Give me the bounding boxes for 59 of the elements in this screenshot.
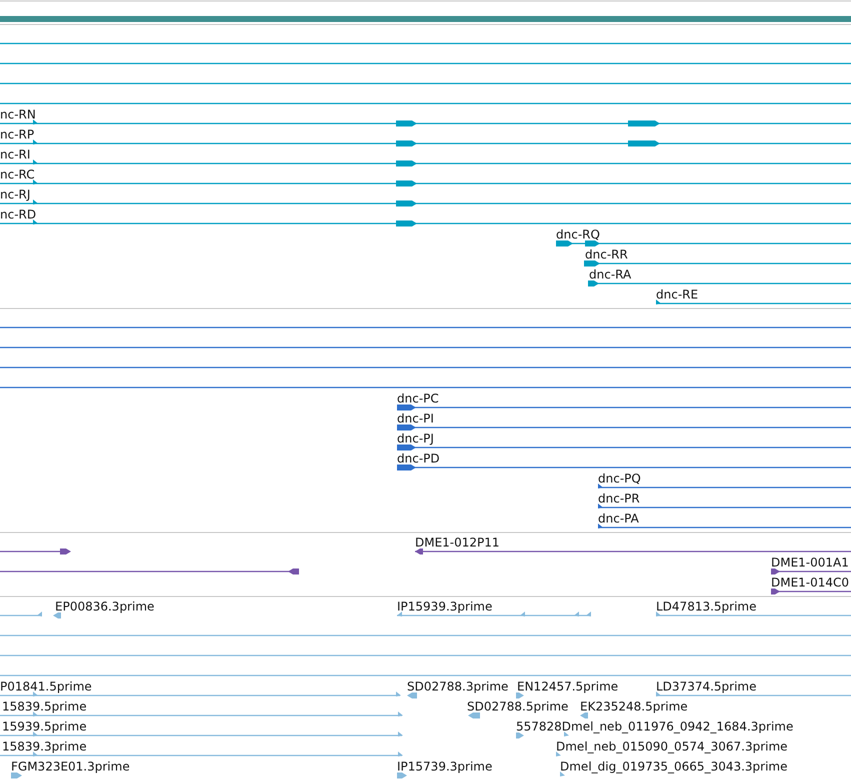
feature-glyph[interactable] — [0, 180, 851, 186]
feature-label: DME1-001A1 — [771, 556, 849, 570]
feature-label: dnc-PD — [397, 452, 440, 466]
feature-label: LD37374.5prime — [656, 680, 757, 694]
feature-label: DME1-014C0 — [771, 576, 850, 590]
feature-label: dnc-PI — [397, 412, 434, 426]
feature-glyph[interactable] — [556, 240, 851, 246]
feature-glyph[interactable] — [0, 200, 851, 206]
feature-label: EN12457.5prime — [517, 680, 618, 694]
feature-label: nc-RC — [0, 168, 35, 182]
feature-glyph[interactable] — [415, 548, 851, 554]
feature-label: dnc-PR — [598, 492, 640, 506]
feature-glyph[interactable] — [0, 220, 851, 226]
feature-glyph[interactable] — [0, 568, 299, 574]
feature-label: IP15739.3prime — [397, 760, 492, 774]
feature-label: 15939.5prime — [2, 720, 87, 734]
feature-label: EK235248.5prime — [580, 700, 688, 714]
feature-label: FGM323E01.3prime — [11, 760, 130, 774]
feature-glyph[interactable] — [656, 300, 851, 304]
feature-glyph[interactable] — [0, 160, 851, 166]
feature-label: dnc-PQ — [598, 472, 641, 486]
feature-glyph[interactable] — [584, 260, 851, 266]
feature-glyph[interactable] — [0, 548, 71, 554]
feature-label: dnc-PC — [397, 392, 439, 406]
feature-label: EP00836.3prime — [55, 600, 154, 614]
feature-glyph[interactable] — [771, 588, 851, 594]
feature-glyph[interactable] — [397, 424, 851, 430]
feature-label: LD47813.5prime — [656, 600, 757, 614]
feature-label: nc-RI — [0, 148, 30, 162]
feature-label: dnc-RE — [656, 288, 698, 302]
feature-label: nc-RN — [0, 108, 36, 122]
feature-label: SD02788.3prime — [407, 680, 508, 694]
feature-label: dnc-PJ — [397, 432, 434, 446]
feature-label: dnc-RR — [585, 248, 628, 262]
feature-glyph[interactable] — [598, 524, 851, 528]
feature-label: 15839.3prime — [2, 740, 87, 754]
feature-label: dnc-PA — [598, 512, 639, 526]
feature-label: dnc-RA — [589, 268, 632, 282]
feature-label: 15839.5prime — [2, 700, 87, 714]
feature-label: Dmel_neb_015090_0574_3067.3prime — [556, 740, 788, 754]
feature-glyph[interactable] — [397, 464, 851, 470]
feature-glyph[interactable] — [771, 568, 851, 574]
feature-label: nc-RD — [0, 208, 36, 222]
feature-label: SD02788.5prime — [467, 700, 568, 714]
feature-glyph[interactable] — [0, 140, 851, 146]
feature-label: Dmel_dig_019735_0665_3043.3prime — [560, 760, 788, 774]
feature-label: IP15939.3prime — [397, 600, 492, 614]
feature-glyph[interactable] — [598, 504, 851, 508]
feature-glyph[interactable] — [588, 280, 851, 286]
feature-label: 557828Dmel_neb_011976_0942_1684.3prime — [516, 720, 794, 734]
feature-label: nc-RJ — [0, 188, 30, 202]
feature-glyph[interactable] — [0, 120, 851, 126]
feature-glyph[interactable] — [598, 484, 851, 488]
feature-label: dnc-RQ — [556, 228, 600, 242]
feature-label: nc-RP — [0, 128, 34, 142]
feature-label: DME1-012P11 — [415, 536, 500, 550]
feature-glyph[interactable] — [397, 444, 851, 450]
feature-label: P01841.5prime — [0, 680, 92, 694]
feature-glyph[interactable] — [397, 404, 851, 410]
